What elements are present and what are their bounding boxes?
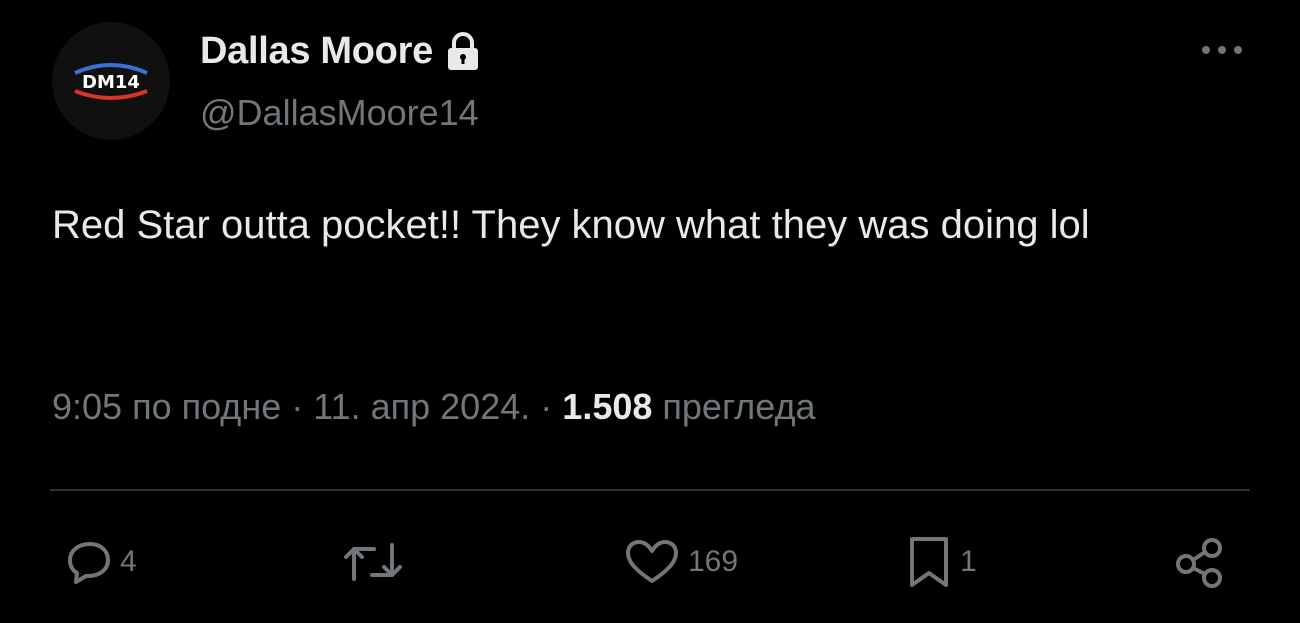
views-count: 1.508 (562, 386, 653, 427)
views-label: прегледа (662, 386, 816, 427)
author-name-row: Dallas Moore (200, 30, 481, 73)
lock-icon (445, 31, 481, 72)
reply-icon (68, 542, 110, 584)
meta-separator: · (540, 386, 553, 427)
tweet-card: DM14 Dallas Moore @DallasMoore14 Red Sta… (0, 0, 1300, 623)
avatar-logo-icon: DM14 (74, 63, 148, 100)
tweet-meta: 9:05 по подне · 11. апр 2024. · 1.508 пр… (52, 386, 816, 428)
tweet-time[interactable]: 9:05 по подне (52, 386, 281, 427)
reply-button[interactable]: 4 (66, 532, 137, 592)
retweet-button[interactable] (340, 532, 414, 592)
divider (50, 489, 1250, 491)
more-dots-icon (1202, 46, 1242, 54)
bookmark-icon (910, 537, 948, 587)
like-button[interactable]: 169 (624, 532, 738, 592)
reply-count: 4 (120, 545, 137, 578)
bookmark-count: 1 (960, 545, 977, 578)
share-icon (1176, 538, 1222, 588)
retweet-icon (344, 543, 402, 581)
tweet-text: Red Star outta pocket!! They know what t… (52, 203, 1090, 247)
more-options-button[interactable] (1196, 36, 1248, 64)
like-count: 169 (688, 545, 739, 578)
display-name[interactable]: Dallas Moore (200, 30, 433, 73)
bookmark-button[interactable]: 1 (906, 532, 977, 592)
tweet-date[interactable]: 11. апр 2024. (313, 386, 530, 427)
author-handle[interactable]: @DallasMoore14 (200, 92, 479, 134)
avatar-text: DM14 (82, 72, 140, 93)
heart-icon (626, 540, 678, 583)
share-button[interactable] (1174, 532, 1226, 592)
meta-separator: · (291, 386, 304, 427)
avatar[interactable]: DM14 (52, 22, 170, 140)
